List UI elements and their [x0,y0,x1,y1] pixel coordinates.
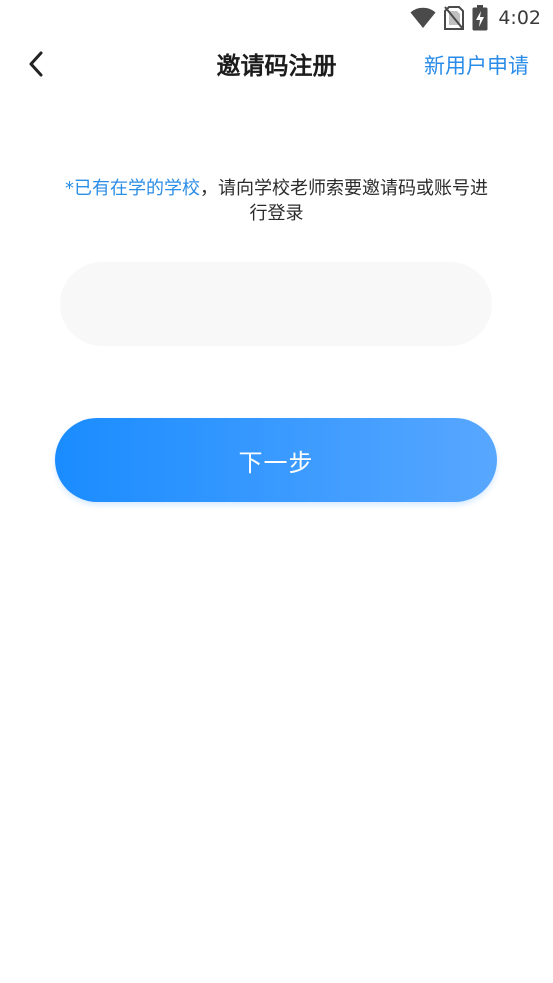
wifi-icon [410,7,436,29]
chevron-left-icon [27,51,45,81]
new-user-apply-link[interactable]: 新用户申请 [424,36,529,96]
invite-code-input[interactable] [60,262,492,346]
battery-charging-icon [472,5,488,31]
no-sim-icon [444,6,465,30]
next-step-button[interactable]: 下一步 [55,418,497,502]
status-icons: 4:02 [410,5,541,31]
status-time: 4:02 [498,7,541,29]
invite-code-field [60,262,492,346]
notice-highlight: *已有在学的学校 [65,178,200,199]
notice-text: ，请向学校老师索要邀请码或账号进行登录 [200,178,488,224]
status-bar: 4:02 [0,0,553,36]
nav-bar: 邀请码注册 新用户申请 [0,36,553,96]
back-button[interactable] [20,50,52,82]
invite-notice: *已有在学的学校，请向学校老师索要邀请码或账号进行登录 [60,176,493,226]
